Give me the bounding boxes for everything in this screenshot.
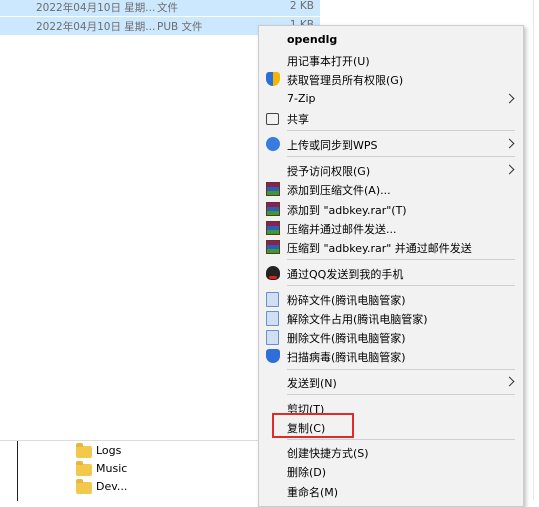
menu-separator [287,156,515,157]
menu-item-qq-send[interactable]: 通过QQ发送到我的手机 [259,263,523,283]
menu-item-shred[interactable]: 粉碎文件(腾讯电脑管家) [259,289,523,309]
menu-item-label: opendlg [287,33,338,46]
shred-icon [266,292,279,307]
folder-icon [76,443,92,458]
folder-item-logs[interactable]: Logs [76,443,236,461]
menu-item-label: 授予访问权限(G) [287,165,371,178]
chevron-right-icon [504,164,515,175]
menu-item-label: 获取管理员所有权限(G) [287,74,404,87]
menu-separator [287,394,515,395]
menu-item-label: 重命名(M) [287,486,339,499]
folder-item-music[interactable]: Music [76,461,236,479]
folder-icon [76,461,92,476]
menu-item-label: 压缩并通过邮件发送... [287,223,397,236]
chevron-right-icon [504,138,515,149]
menu-item-add-adbkey-rar[interactable]: 添加到 "adbkey.rar"(T) [259,199,523,219]
folder-label: Dev... [96,480,128,493]
file-date: 2022年04月10日 星期... [36,21,156,33]
menu-item-label: 删除文件(腾讯电脑管家) [287,332,406,345]
menu-item-upload-wps[interactable]: 上传或同步到WPS [259,134,523,154]
menu-item-label: 扫描病毒(腾讯电脑管家) [287,351,406,364]
menu-item-rename[interactable]: 重命名(M) [259,481,523,501]
menu-item-delete[interactable]: 删除(D) [259,461,523,481]
menu-item-label: 上传或同步到WPS [287,139,378,152]
menu-item-label: 压缩到 "adbkey.rar" 并通过邮件发送 [287,242,472,255]
menu-item-label: 用记事本打开(U) [287,55,370,68]
unlock-file-icon [266,311,279,326]
folder-item-partial[interactable]: Dev... [76,479,236,497]
menu-item-label: 通过QQ发送到我的手机 [287,268,404,281]
pane-divider [17,441,18,501]
winrar-icon [266,221,280,235]
menu-item-label: 添加到压缩文件(A)... [287,184,391,197]
file-date: 2022年04月10日 星期... [36,2,156,14]
chevron-right-icon [504,93,515,104]
qq-icon [266,266,280,280]
menu-separator [287,439,515,440]
navigation-pane: Logs Music Dev... [0,440,260,501]
delete-file-icon [266,330,279,345]
menu-separator [287,285,515,286]
shield-icon [266,72,280,86]
winrar-icon [266,182,280,196]
file-size: 2 KB [289,0,314,12]
file-type: 文件 [157,2,178,14]
winrar-icon [266,202,280,216]
menu-item-label: 删除(D) [287,466,327,479]
menu-item-label: 发送到(N) [287,377,337,390]
chevron-right-icon [504,376,515,387]
divider [533,0,534,500]
menu-item-grant-access[interactable]: 授予访问权限(G) [259,160,523,180]
menu-item-label: 添加到 "adbkey.rar"(T) [287,204,407,217]
menu-item-compress-adbkey-email[interactable]: 压缩到 "adbkey.rar" 并通过邮件发送 [259,237,523,257]
menu-item-7zip[interactable]: 7-Zip [259,89,523,109]
menu-item-delete-file[interactable]: 删除文件(腾讯电脑管家) [259,327,523,347]
menu-separator [287,130,515,131]
folder-label: Logs [96,444,122,457]
winrar-icon [266,240,280,254]
highlight-box [272,413,354,438]
menu-separator [287,369,515,370]
menu-item-take-ownership[interactable]: 获取管理员所有权限(G) [259,69,523,89]
folder-label: Music [96,462,128,475]
folder-icon [76,479,92,494]
virus-scan-icon [266,349,280,363]
menu-item-compress-email[interactable]: 压缩并通过邮件发送... [259,218,523,238]
menu-item-label: 共享 [287,113,309,126]
file-type: PUB 文件 [157,21,203,33]
file-row[interactable]: 2022年04月10日 星期... 文件 2 KB [0,0,320,16]
menu-item-share[interactable]: 共享 [259,108,523,128]
menu-item-send-to[interactable]: 发送到(N) [259,372,523,392]
menu-item-add-archive[interactable]: 添加到压缩文件(A)... [259,179,523,199]
menu-item-open[interactable]: opendlg [259,30,523,50]
share-icon [266,113,279,125]
cloud-upload-icon [266,137,280,151]
right-edge [522,0,539,500]
menu-item-create-shortcut[interactable]: 创建快捷方式(S) [259,442,523,462]
menu-item-label: 创建快捷方式(S) [287,447,369,460]
menu-item-label: 粉碎文件(腾讯电脑管家) [287,294,406,307]
menu-item-open-notepad[interactable]: 用记事本打开(U) [259,50,523,70]
menu-item-label: 7-Zip [287,92,316,105]
menu-item-unlock-file[interactable]: 解除文件占用(腾讯电脑管家) [259,308,523,328]
menu-item-virus-scan[interactable]: 扫描病毒(腾讯电脑管家) [259,346,523,366]
menu-item-label: 解除文件占用(腾讯电脑管家) [287,313,428,326]
menu-separator [287,259,515,260]
